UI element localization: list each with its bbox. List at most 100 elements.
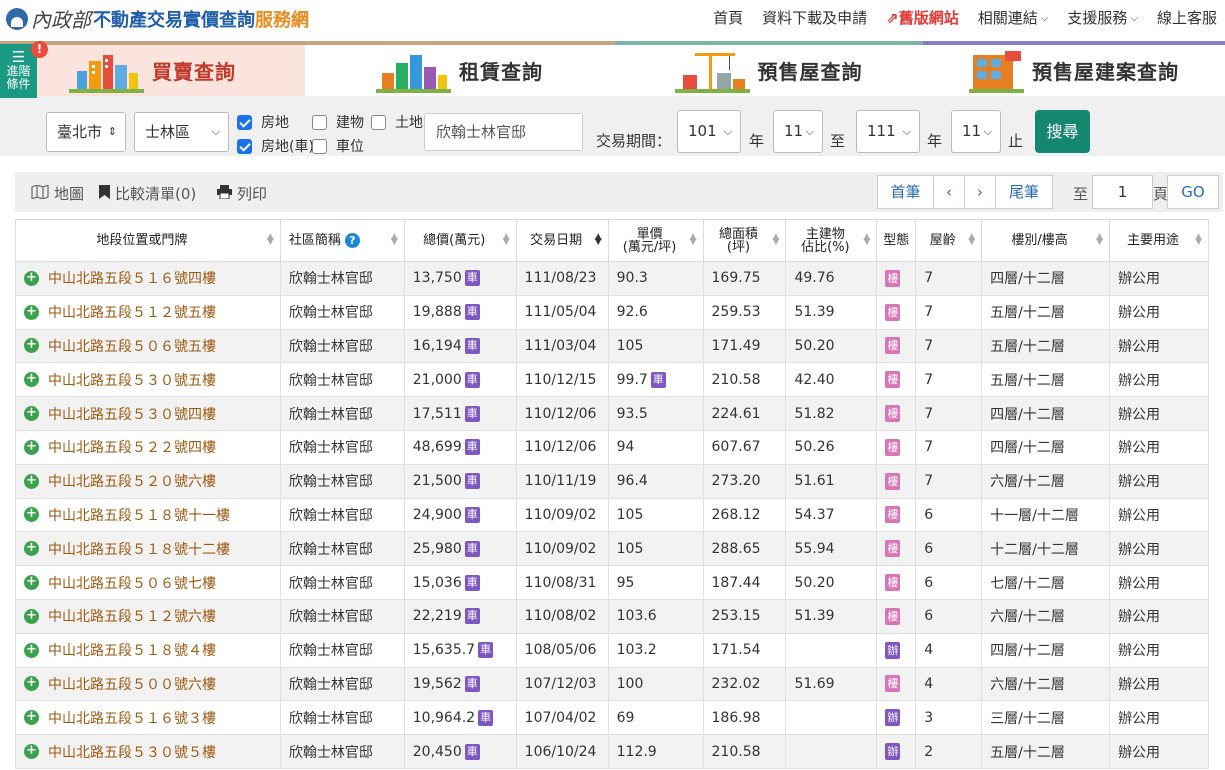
help-icon[interactable]: ? (344, 233, 360, 248)
checkbox-land[interactable]: 土地 (371, 112, 423, 132)
address-link[interactable]: 中山北路五段５２０號六樓 (48, 471, 216, 491)
col-header-floor[interactable]: 樓別/樓高 ▲ ▼ (981, 219, 1111, 262)
table-row[interactable]: + 中山北路五段５００號六樓 欣翰士林官邸 19,562 車 107/12/03 100 23… (15, 666, 1209, 702)
expand-plus-icon[interactable]: + (24, 642, 39, 658)
address-link[interactable]: 中山北路五段５０６號五樓 (48, 336, 216, 356)
table-row[interactable]: + 中山北路五段５１６號３樓 欣翰士林官邸 10,964.2 車 107/04/02 69 1… (15, 700, 1209, 736)
site-logo[interactable]: 內政部 不動產交易實價查詢 服務網 (6, 4, 309, 33)
cell-address[interactable]: + 中山北路五段５２２號四樓 (15, 429, 281, 465)
expand-plus-icon[interactable]: + (24, 439, 39, 455)
checkbox-building[interactable]: 建物 (312, 112, 364, 132)
community-search-input[interactable]: 欣翰士林官邸 (424, 113, 583, 151)
address-link[interactable]: 中山北路五段５３０號５樓 (48, 742, 216, 762)
next-page-button[interactable]: › (964, 175, 996, 209)
checkbox-unchecked[interactable] (371, 114, 386, 130)
expand-plus-icon[interactable]: + (24, 304, 39, 320)
col-header-use[interactable]: 主要用途 ▲ ▼ (1109, 219, 1209, 262)
table-row[interactable]: + 中山北路五段５３０號５樓 欣翰士林官邸 20,450 車 106/10/24 112.9… (15, 734, 1209, 769)
nav-old-site[interactable]: ⇗舊版網站 (886, 7, 959, 28)
table-row[interactable]: + 中山北路五段５０６號七樓 欣翰士林官邸 15,036 車 110/08/31 95 187… (15, 565, 1209, 600)
expand-plus-icon[interactable]: + (24, 676, 39, 692)
cell-address[interactable]: + 中山北路五段５０６號七樓 (15, 565, 281, 600)
expand-plus-icon[interactable]: + (24, 406, 39, 422)
to-month-select[interactable]: 11 ⌵ (951, 110, 1001, 153)
address-link[interactable]: 中山北路五段５００號六樓 (48, 674, 216, 694)
go-button[interactable]: GO (1167, 175, 1219, 209)
table-row[interactable]: + 中山北路五段５２２號四樓 欣翰士林官邸 48,699 車 110/12/06 94 607… (15, 429, 1209, 465)
table-row[interactable]: + 中山北路五段５１６號四樓 欣翰士林官邸 13,750 車 111/08/23 90.3 1… (15, 261, 1209, 296)
nav-download[interactable]: 資料下載及申請 (762, 7, 867, 28)
col-header-address[interactable]: 地段位置或門牌 ▲ ▼ (15, 219, 281, 262)
tab-presale-project[interactable]: 預售屋建案查詢 (923, 41, 1225, 96)
cell-address[interactable]: + 中山北路五段５１６號３樓 (15, 700, 281, 736)
address-link[interactable]: 中山北路五段５３０號四樓 (48, 404, 216, 424)
cell-address[interactable]: + 中山北路五段５１６號四樓 (15, 261, 281, 296)
expand-plus-icon[interactable]: + (24, 710, 39, 726)
nav-online-service[interactable]: 線上客服 (1157, 7, 1217, 28)
col-header-area[interactable]: 總面積 (坪) ▲ ▼ (702, 219, 787, 262)
checkbox-parking[interactable]: 車位 (312, 136, 364, 156)
cell-address[interactable]: + 中山北路五段５３０號５樓 (15, 734, 281, 769)
address-link[interactable]: 中山北路五段５１２號六樓 (48, 606, 216, 626)
table-row[interactable]: + 中山北路五段５０６號五樓 欣翰士林官邸 16,194 車 111/03/04 105 17… (15, 328, 1209, 364)
col-header-age[interactable]: 屋齡 ▲ ▼ (915, 219, 983, 262)
cell-address[interactable]: + 中山北路五段５３０號五樓 (15, 362, 281, 398)
table-row[interactable]: + 中山北路五段５２０號六樓 欣翰士林官邸 21,500 車 110/11/19 96.4 2… (15, 463, 1209, 499)
table-row[interactable]: + 中山北路五段５３０號四樓 欣翰士林官邸 17,511 車 110/12/06 93.5 2… (15, 396, 1209, 431)
address-link[interactable]: 中山北路五段５１８號十二樓 (48, 539, 230, 559)
tab-rent[interactable]: 租賃查詢 (305, 41, 614, 96)
checkbox-house-land-parking[interactable]: 房地(車) (237, 136, 314, 156)
expand-plus-icon[interactable]: + (24, 744, 39, 760)
checkbox-unchecked[interactable] (312, 138, 327, 154)
search-button[interactable]: 搜尋 (1035, 110, 1090, 153)
prev-page-button[interactable]: ‹ (933, 175, 965, 209)
cell-address[interactable]: + 中山北路五段５００號六樓 (15, 666, 281, 702)
checkbox-checked[interactable] (237, 138, 252, 154)
city-select[interactable]: 臺北市 ⇕ (46, 112, 126, 152)
page-number-input[interactable]: 1 (1092, 175, 1153, 209)
address-link[interactable]: 中山北路五段５１６號３樓 (48, 708, 216, 728)
last-page-button[interactable]: 尾筆 (995, 175, 1053, 209)
table-row[interactable]: + 中山北路五段５１８號十一樓 欣翰士林官邸 24,900 車 110/09/02 105 2… (15, 497, 1209, 533)
map-button[interactable]: 地圖 (31, 183, 84, 204)
address-link[interactable]: 中山北路五段５１６號四樓 (48, 268, 216, 288)
expand-plus-icon[interactable]: + (24, 541, 39, 557)
checkbox-unchecked[interactable] (312, 114, 327, 130)
address-link[interactable]: 中山北路五段５１２號五樓 (48, 302, 216, 322)
compare-list-button[interactable]: 比較清單(0) (99, 183, 196, 204)
address-link[interactable]: 中山北路五段５１８號４樓 (48, 640, 216, 660)
address-link[interactable]: 中山北路五段５１８號十一樓 (48, 505, 230, 525)
table-row[interactable]: + 中山北路五段５１２號六樓 欣翰士林官邸 22,219 車 110/08/02 103.6… (15, 598, 1209, 634)
expand-plus-icon[interactable]: + (24, 270, 39, 286)
table-row[interactable]: + 中山北路五段５１８號十二樓 欣翰士林官邸 25,980 車 110/09/02 105 2… (15, 531, 1209, 567)
cell-address[interactable]: + 中山北路五段５１８號４樓 (15, 632, 281, 668)
nav-home[interactable]: 首頁 (713, 7, 743, 28)
address-link[interactable]: 中山北路五段５３０號五樓 (48, 370, 216, 390)
col-header-type[interactable]: 型態 (876, 219, 917, 262)
col-header-date[interactable]: 交易日期 ▲ ▼ (515, 219, 609, 262)
cell-address[interactable]: + 中山北路五段５３０號四樓 (15, 396, 281, 431)
tab-presale[interactable]: 預售屋查詢 (614, 41, 923, 96)
checkbox-checked[interactable] (237, 114, 252, 130)
expand-plus-icon[interactable]: + (24, 473, 39, 489)
cell-address[interactable]: + 中山北路五段５１８號十二樓 (15, 531, 281, 567)
expand-plus-icon[interactable]: + (24, 575, 39, 591)
from-month-select[interactable]: 11 ⌵ (773, 110, 823, 153)
expand-plus-icon[interactable]: + (24, 608, 39, 624)
table-row[interactable]: + 中山北路五段５１８號４樓 欣翰士林官邸 15,635.7 車 108/05/06 103… (15, 632, 1209, 668)
cell-address[interactable]: + 中山北路五段５１８號十一樓 (15, 497, 281, 533)
cell-address[interactable]: + 中山北路五段５１２號五樓 (15, 294, 281, 330)
col-header-community[interactable]: 社區簡稱? ▲ ▼ (279, 219, 405, 262)
print-button[interactable]: 列印 (217, 183, 267, 204)
cell-address[interactable]: + 中山北路五段５２０號六樓 (15, 463, 281, 499)
col-header-main-ratio[interactable]: 主建物 佔比(%) ▲ ▼ (785, 219, 878, 262)
table-row[interactable]: + 中山北路五段５３０號五樓 欣翰士林官邸 21,000 車 110/12/15 99.7 車… (15, 362, 1209, 398)
nav-support[interactable]: 支援服務 ⌵ (1067, 7, 1138, 28)
first-page-button[interactable]: 首筆 (877, 175, 934, 209)
col-header-unit-price[interactable]: 單價 (萬元/坪) ▲ ▼ (607, 219, 704, 262)
table-row[interactable]: + 中山北路五段５１２號五樓 欣翰士林官邸 19,888 車 111/05/04 92.6 2… (15, 294, 1209, 330)
expand-plus-icon[interactable]: + (24, 338, 39, 354)
address-link[interactable]: 中山北路五段５０６號七樓 (48, 573, 216, 593)
col-header-total-price[interactable]: 總價(萬元) ▲ ▼ (403, 219, 517, 262)
cell-address[interactable]: + 中山北路五段５０６號五樓 (15, 328, 281, 364)
